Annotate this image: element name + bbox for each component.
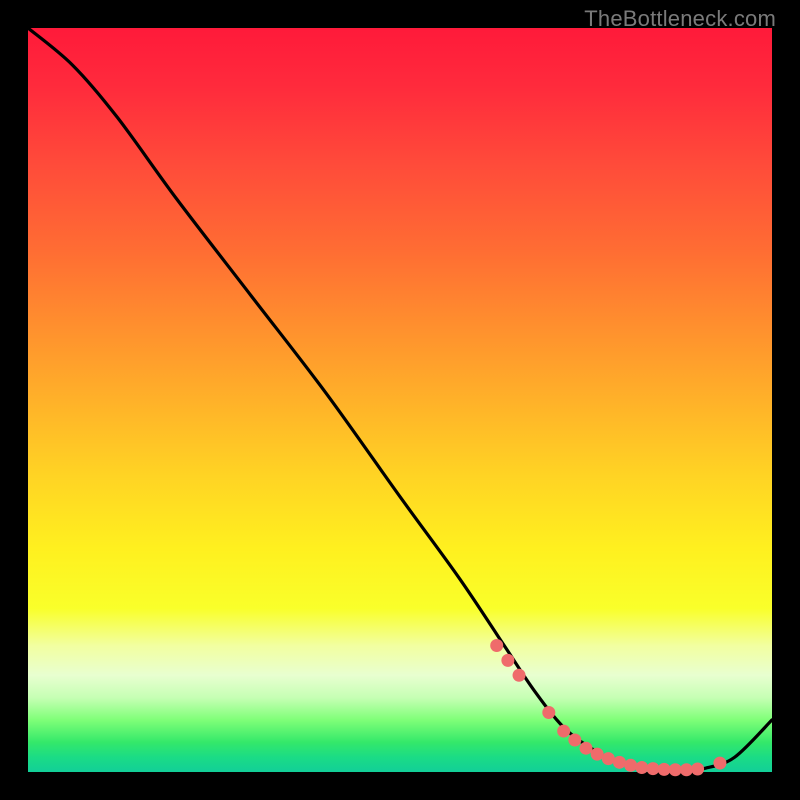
highlight-dot — [490, 639, 503, 652]
curve-svg — [28, 28, 772, 772]
highlight-dot — [713, 757, 726, 770]
highlight-dot — [680, 763, 693, 776]
highlight-dot — [658, 763, 671, 776]
highlight-dot — [669, 763, 682, 776]
highlight-dot — [646, 762, 659, 775]
highlight-dot — [542, 706, 555, 719]
highlight-dot — [591, 748, 604, 761]
highlight-dot — [568, 734, 581, 747]
highlight-dots — [490, 639, 726, 776]
highlight-dot — [691, 763, 704, 776]
highlight-dot — [580, 742, 593, 755]
bottleneck-curve — [28, 28, 772, 771]
highlight-dot — [602, 752, 615, 765]
highlight-dot — [501, 654, 514, 667]
highlight-dot — [635, 761, 648, 774]
highlight-dot — [513, 669, 526, 682]
plot-area — [28, 28, 772, 772]
highlight-dot — [613, 756, 626, 769]
chart-frame: TheBottleneck.com — [0, 0, 800, 800]
highlight-dot — [624, 759, 637, 772]
highlight-dot — [557, 725, 570, 738]
